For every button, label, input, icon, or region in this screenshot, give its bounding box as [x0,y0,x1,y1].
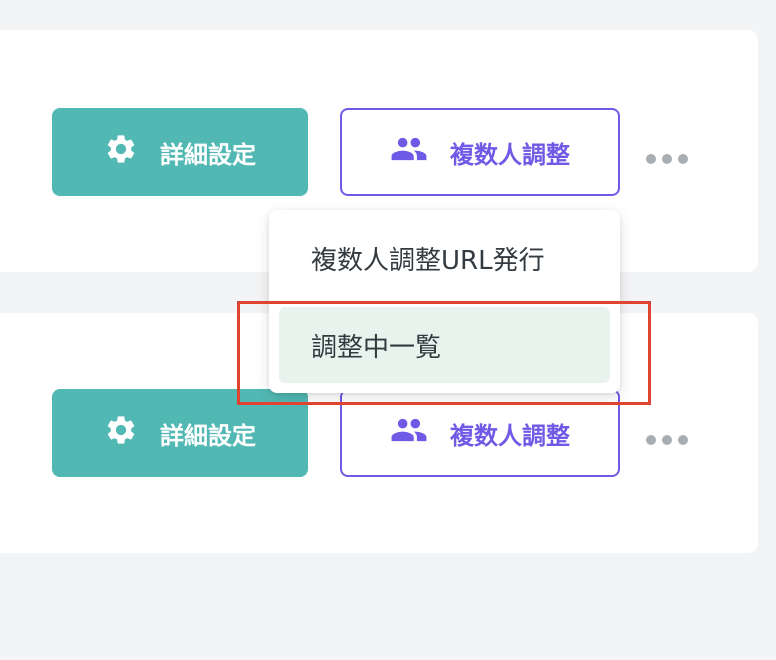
dropdown-menu: 複数人調整URL発行 調整中一覧 [269,210,620,393]
detail-settings-button[interactable]: 詳細設定 [52,389,308,477]
gear-icon [104,413,138,454]
multi-person-adjust-button[interactable]: 複数人調整 [340,108,620,196]
menu-item-issue-url[interactable]: 複数人調整URL発行 [279,220,610,296]
more-horizontal-icon[interactable] [646,149,688,169]
more-horizontal-icon[interactable] [646,430,688,450]
multi-person-adjust-label: 複数人調整 [450,141,570,169]
menu-item-adjusting-list[interactable]: 調整中一覧 [279,307,610,383]
people-icon [390,411,428,456]
multi-person-adjust-button[interactable]: 複数人調整 [340,389,620,477]
multi-person-adjust-label: 複数人調整 [450,422,570,450]
detail-settings-label: 詳細設定 [160,422,256,450]
people-icon [390,130,428,175]
gear-icon [104,132,138,173]
detail-settings-button[interactable]: 詳細設定 [52,108,308,196]
detail-settings-label: 詳細設定 [160,141,256,169]
